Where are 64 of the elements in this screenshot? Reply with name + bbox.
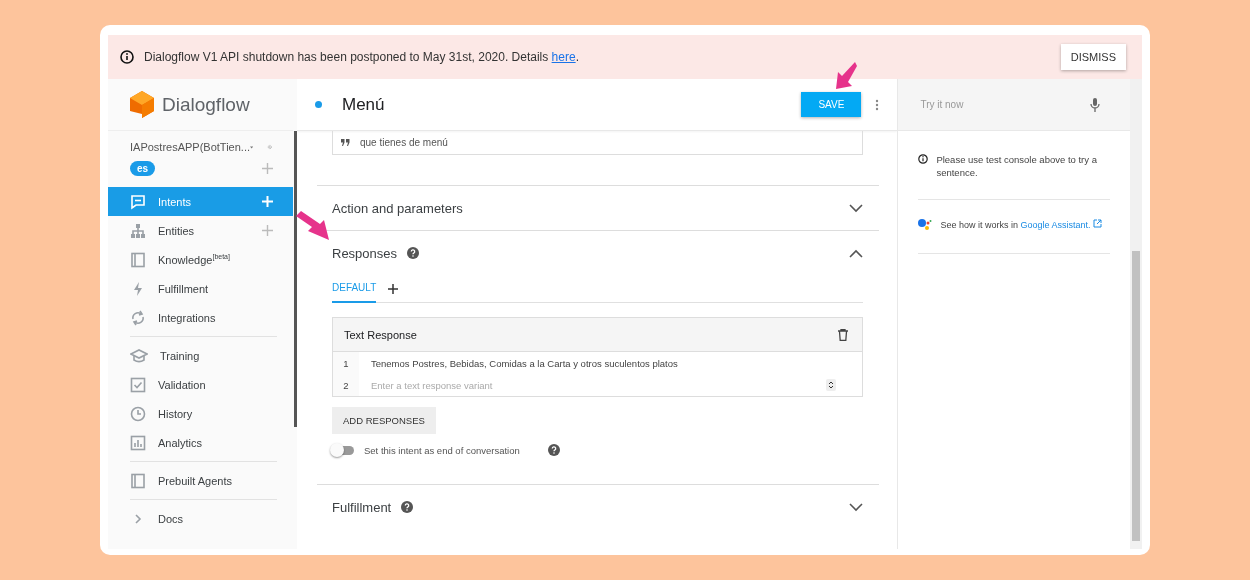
microphone-icon[interactable] (1090, 97, 1100, 112)
status-dot (315, 101, 322, 108)
response-text[interactable]: Tenemos Postres, Bebidas, Comidas a la Carta y otros suculentos platos (359, 357, 837, 369)
nav-item[interactable]: Docs (108, 504, 293, 533)
nav-item[interactable]: Knowledge$^{[beta]}$ (108, 245, 293, 274)
sync-icon (130, 309, 146, 326)
nav-item[interactable]: Training (108, 341, 293, 370)
dismiss-button[interactable]: DISMISS (1060, 44, 1126, 70)
expand-chevron-icon[interactable] (849, 502, 864, 512)
checkbox-icon (130, 376, 146, 393)
section-title[interactable]: Fulfillment (332, 499, 392, 515)
resize-icon[interactable] (826, 379, 837, 391)
arrow-icon (296, 211, 330, 241)
assistant-dots-icon (918, 218, 933, 231)
training-phrase-field[interactable]: que tienes de menú (332, 131, 864, 155)
test-input[interactable]: Try it now (918, 98, 1090, 111)
add-responses-button[interactable]: ADD RESPONSES (332, 407, 436, 434)
nav-item[interactable]: History (108, 399, 293, 428)
help-icon[interactable] (401, 501, 414, 513)
logo-icon (130, 90, 154, 119)
card-title: Text Response (344, 328, 417, 341)
nav-item[interactable]: Entities (108, 216, 293, 245)
app-logo-text: Dialogflow (162, 93, 250, 116)
intent-title: Menú (342, 94, 386, 115)
scrollbar-thumb[interactable] (1132, 251, 1140, 541)
section-title[interactable]: Responses (332, 245, 398, 261)
nav-item[interactable]: Prebuilt Agents (108, 466, 293, 495)
nav-item[interactable]: Analytics (108, 428, 293, 457)
banner-message: Dialogflow V1 API shutdown has been postponed to May 31st, 2020. Details here. (144, 50, 580, 64)
toggle-switch[interactable] (332, 445, 354, 455)
graduation-cap-icon (130, 347, 148, 364)
hierarchy-icon (130, 222, 146, 239)
scrollbar-thumb[interactable] (294, 131, 297, 427)
try-it-field[interactable]: Try it now (898, 79, 1130, 131)
info-icon (918, 154, 929, 164)
nav-item[interactable]: Integrations (108, 303, 293, 332)
training-phrase: que tienes de menú (360, 137, 448, 148)
book-icon (130, 251, 146, 268)
add-icon[interactable] (388, 283, 399, 294)
info-icon (120, 50, 134, 64)
details-link[interactable]: here (551, 50, 576, 64)
quote-icon (341, 139, 350, 146)
help-icon[interactable] (407, 247, 420, 259)
assistant-text: See how it works in Google Assistant. (940, 219, 1102, 230)
section-title[interactable]: Action and parameters (332, 200, 463, 216)
collapse-chevron-icon[interactable] (849, 248, 864, 258)
notice-text: Please use test console above to try a sentence. (936, 153, 1098, 179)
chat-bubble-icon (130, 193, 146, 210)
toggle-label: Set this intent as end of conversation (364, 444, 520, 456)
nav-item[interactable]: Validation (108, 370, 293, 399)
more-options-icon[interactable] (875, 98, 880, 111)
chart-icon (130, 434, 146, 451)
clock-icon (130, 405, 146, 422)
agent-name[interactable]: IAPostresAPP(BotTien... (130, 141, 251, 153)
external-link-icon[interactable] (1093, 219, 1102, 228)
google-assistant-link[interactable]: Google Assistant. (1020, 220, 1091, 230)
arrow-icon (833, 60, 857, 90)
line-number: 2 (333, 374, 359, 396)
line-number: 1 (333, 352, 359, 374)
delete-icon[interactable] (838, 328, 849, 341)
book-icon (130, 472, 146, 489)
expand-chevron-icon[interactable] (849, 203, 864, 213)
nav-item[interactable]: Fulfillment (108, 274, 293, 303)
help-icon[interactable] (547, 444, 560, 456)
